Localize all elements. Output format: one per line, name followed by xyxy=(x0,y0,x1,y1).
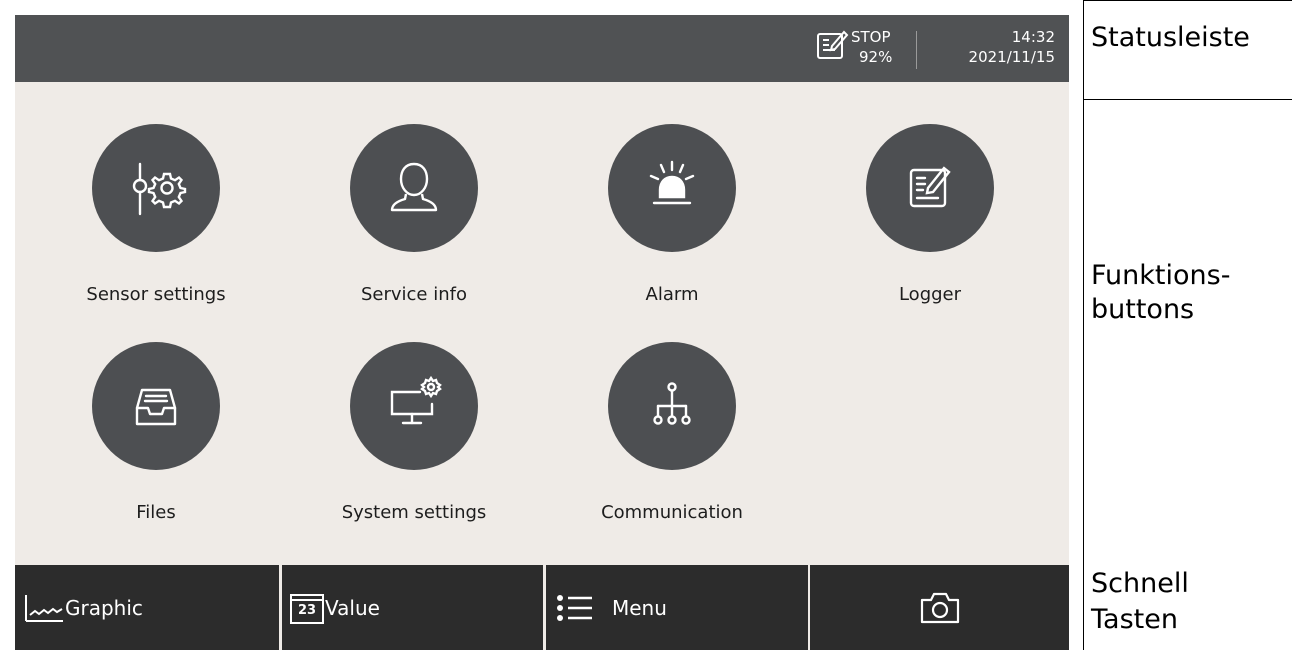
legend-top-line xyxy=(1083,0,1292,1)
graphic-label: Graphic xyxy=(65,595,143,620)
screenshot-quick-key[interactable] xyxy=(810,565,1069,650)
menu-label: Menu xyxy=(612,595,667,620)
system-settings-button[interactable]: System settings xyxy=(287,342,537,542)
alarm-circle xyxy=(608,124,736,252)
legend-vertical-line xyxy=(1083,0,1084,650)
logger-button[interactable]: Logger xyxy=(803,124,1053,324)
person-icon xyxy=(390,162,438,212)
monitor-gear-icon xyxy=(390,375,442,425)
status-level-text: 92% xyxy=(859,48,893,66)
status-state: STOP 92% xyxy=(851,27,892,67)
graphic-quick-key[interactable]: Graphic xyxy=(15,565,279,650)
status-time-text: 14:32 xyxy=(1011,28,1055,46)
files-circle xyxy=(92,342,220,470)
files-label: Files xyxy=(136,502,176,523)
files-button[interactable]: Files xyxy=(29,342,279,542)
calendar-value-icon: 23 xyxy=(289,591,325,625)
sensor-settings-button[interactable]: Sensor settings xyxy=(29,124,279,324)
alarm-siren-icon xyxy=(649,160,695,205)
logger-icon[interactable] xyxy=(815,28,849,62)
menu-quick-key[interactable]: Menu xyxy=(546,565,808,650)
status-date-text: 2021/11/15 xyxy=(968,48,1055,66)
value-label: Value xyxy=(325,595,380,620)
sensor-settings-icon xyxy=(132,162,187,216)
system-settings-label: System settings xyxy=(341,502,487,523)
device-screen: STOP 92% 14:32 2021/11/15 Sensor setting… xyxy=(15,15,1069,650)
legend-buttons-label-line1: Funktions- xyxy=(1091,260,1231,291)
communication-label: Communication xyxy=(601,502,743,523)
legend-quick-label-line2: Tasten xyxy=(1091,604,1178,635)
camera-icon xyxy=(920,592,959,623)
logger-icon xyxy=(909,166,951,208)
inbox-tray-icon xyxy=(135,388,177,426)
menu-list-icon xyxy=(557,594,592,621)
system-settings-circle xyxy=(350,342,478,470)
legend-buttons-label-line2: buttons xyxy=(1091,294,1195,325)
graph-icon xyxy=(25,594,63,622)
calendar-value-badge: 23 xyxy=(297,602,317,618)
logger-label: Logger xyxy=(898,284,962,305)
alarm-label: Alarm xyxy=(645,284,699,305)
legend-quick-label-line1: Schnell xyxy=(1091,568,1189,599)
network-tree-icon xyxy=(653,382,691,425)
legend-divider xyxy=(1083,99,1292,100)
legend-status-label: Statusleiste xyxy=(1091,22,1250,53)
value-quick-key[interactable]: 23 Value xyxy=(282,565,543,650)
service-info-circle xyxy=(350,124,478,252)
status-state-text: STOP xyxy=(851,28,891,46)
status-clock: 14:32 2021/11/15 xyxy=(927,27,1055,67)
sensor-settings-label: Sensor settings xyxy=(86,284,226,305)
sensor-settings-circle xyxy=(92,124,220,252)
service-info-label: Service info xyxy=(360,284,467,305)
communication-button[interactable]: Communication xyxy=(545,342,795,542)
legend-column: Statusleiste Funktions- buttons Schnell … xyxy=(1083,0,1292,650)
logger-circle xyxy=(866,124,994,252)
status-bar: STOP 92% 14:32 2021/11/15 xyxy=(15,15,1069,82)
communication-circle xyxy=(608,342,736,470)
status-divider xyxy=(916,31,917,69)
quick-keys-bar: Graphic 23 Value Menu xyxy=(15,565,1069,650)
alarm-button[interactable]: Alarm xyxy=(545,124,795,324)
service-info-button[interactable]: Service info xyxy=(287,124,537,324)
